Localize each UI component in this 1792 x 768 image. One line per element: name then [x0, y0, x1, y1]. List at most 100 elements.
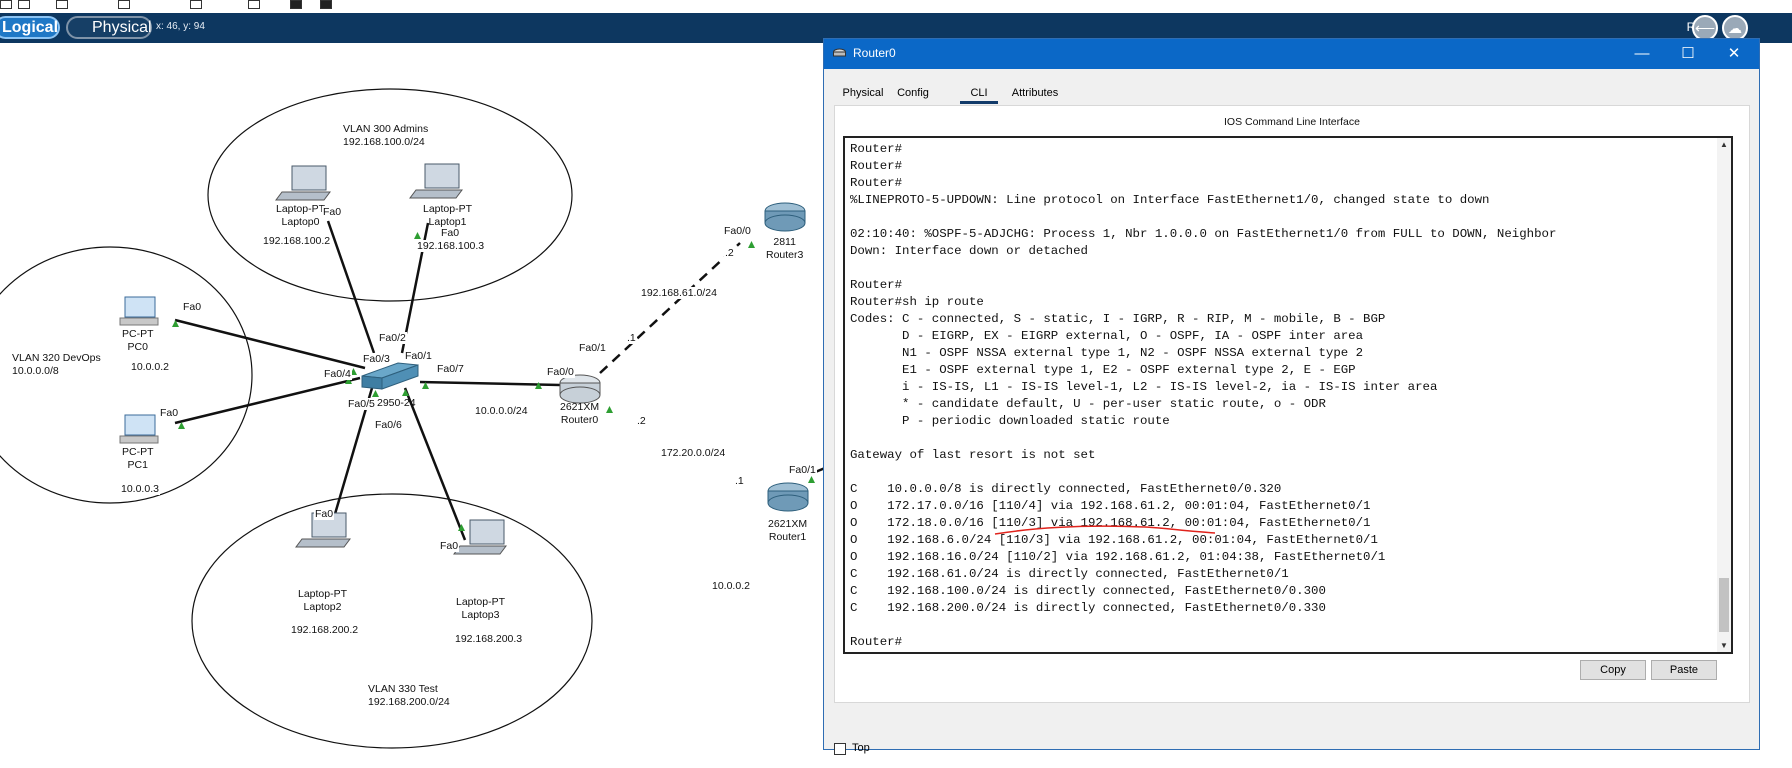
tab-attributes[interactable]: Attributes	[1001, 81, 1069, 105]
switch-port-fa0-3: Fa0/3	[362, 353, 391, 365]
terminal-line: C 192.168.200.0/24 is directly connected…	[850, 601, 1326, 615]
pc1-icon	[119, 414, 159, 444]
terminal-line: 02:10:40: %OSPF-5-ADJCHG: Process 1, Nbr…	[850, 227, 1557, 241]
router0-icon	[559, 374, 601, 404]
router-icon	[833, 48, 846, 57]
scroll-down-icon[interactable]: ▼	[1719, 641, 1729, 650]
terminal-line: i - IS-IS, L1 - IS-IS level-1, L2 - IS-I…	[850, 380, 1438, 394]
router1-label: 2621XM Router1	[768, 518, 808, 543]
terminal-line: D - EIGRP, EX - EIGRP external, O - OSPF…	[850, 329, 1364, 343]
terminal-output: Router# Router# Router# %LINEPROTO-5-UPDOWN…	[850, 141, 1556, 651]
close-button[interactable]: ✕	[1711, 39, 1757, 69]
pc0-label: PC-PT PC0	[122, 328, 154, 353]
terminal-line: E1 - OSPF external type 1, E2 - OSPF ext…	[850, 363, 1356, 377]
minimize-button[interactable]: —	[1619, 39, 1665, 69]
router0-port-fa0-1: Fa0/1	[578, 342, 607, 354]
select-icon[interactable]	[0, 0, 12, 9]
terminal-line: N1 - OSPF NSSA external type 1, N2 - OSP…	[850, 346, 1364, 360]
laptop0-ip: 192.168.100.2	[262, 235, 332, 247]
switch-icon	[361, 362, 419, 390]
switch-port-fa0-7: Fa0/7	[436, 363, 465, 375]
pc1-ip: 10.0.0.3	[120, 483, 160, 495]
switch-port-fa0-6: Fa0/6	[374, 419, 403, 431]
cli-panel: IOS Command Line Interface Router# Router…	[834, 105, 1750, 703]
terminal-line: Router#	[850, 635, 903, 649]
terminal-line: * - candidate default, U - per-user stat…	[850, 397, 1326, 411]
draw-icon[interactable]	[248, 0, 260, 9]
switch-port-fa0-1: Fa0/1	[404, 350, 433, 362]
add-complex-pdu-icon[interactable]	[320, 0, 332, 9]
scroll-up-icon[interactable]: ▲	[1719, 140, 1729, 149]
router3-label: 2811 Router3	[766, 236, 804, 261]
logical-tab-button[interactable]: Logical	[0, 16, 60, 39]
terminal-line: O 172.17.0.0/16 [110/4] via 192.168.61.2…	[850, 499, 1371, 513]
pc0-port: Fa0	[182, 301, 203, 313]
laptop0-icon	[275, 165, 331, 201]
link-pc0	[174, 318, 366, 370]
copy-button[interactable]: Copy	[1580, 660, 1646, 680]
terminal-line: C 192.168.61.0/24 is directly connected,…	[850, 567, 1289, 581]
terminal-line: O 192.168.6.0/24 [110/3] via 192.168.61.…	[850, 533, 1378, 547]
host-octet-label: .1	[626, 332, 637, 344]
active-tab-indicator	[960, 101, 998, 104]
pc0-icon	[119, 296, 159, 326]
top-checkbox[interactable]	[834, 743, 846, 755]
add-simple-pdu-icon[interactable]	[290, 0, 302, 9]
laptop2-label: Laptop-PT Laptop2	[298, 588, 348, 613]
host-octet-label: .1	[734, 475, 745, 487]
maximize-button[interactable]: ☐	[1665, 39, 1711, 69]
laptop0-label: Laptop-PT Laptop0	[276, 203, 326, 228]
logical-label: Logical	[2, 18, 59, 36]
terminal-line: %LINEPROTO-5-UPDOWN: Line protocol on In…	[850, 193, 1490, 207]
laptop1-label: Laptop-PT Laptop1	[423, 203, 473, 228]
tab-physical[interactable]: Physical	[838, 81, 888, 105]
terminal-line: Router#	[850, 176, 903, 190]
link-label-10-0-0-2: 10.0.0.2	[711, 580, 751, 592]
terminal-line: Gateway of last resort is not set	[850, 448, 1096, 462]
switch-port-fa0-5: Fa0/5	[347, 398, 376, 410]
link-label-10-0-0-0: 10.0.0.0/24	[474, 405, 529, 417]
laptop2-ip: 192.168.200.2	[290, 624, 360, 636]
terminal-line: C 10.0.0.0/8 is directly connected, Fast…	[850, 482, 1282, 496]
resize-icon[interactable]	[190, 0, 202, 9]
terminal-line: Router#	[850, 278, 903, 292]
router0-window: Router0 — ☐ ✕ Physical Config CLI Attrib…	[823, 38, 1760, 755]
terminal-scrollbar[interactable]: ▲ ▼	[1717, 138, 1731, 652]
paste-button[interactable]: Paste	[1651, 660, 1717, 680]
router0-port-fa0-0: Fa0/0	[546, 366, 575, 378]
link-label-192-168-61-0: 192.168.61.0/24	[640, 287, 718, 299]
terminal-line: O 192.168.16.0/24 [110/2] via 192.168.61…	[850, 550, 1386, 564]
terminal-line: O 172.18.0.0/16 [110/3] via 192.168.61.2…	[850, 516, 1371, 530]
host-octet-label: .2	[724, 247, 735, 259]
topology-canvas[interactable]: VLAN 300 Admins 192.168.100.0/24 VLAN 320…	[0, 43, 825, 768]
top-toolbar	[0, 0, 1792, 12]
switch-port-fa0-2: Fa0/2	[378, 332, 407, 344]
laptop1-icon	[409, 163, 463, 199]
link-status-indicators	[172, 232, 815, 531]
terminal-line: C 192.168.100.0/24 is directly connected…	[850, 584, 1326, 598]
physical-tab-button[interactable]: Physical	[66, 16, 152, 39]
laptop1-port: Fa0	[440, 227, 461, 239]
panel-title: IOS Command Line Interface	[1224, 116, 1360, 128]
pc0-ip: 10.0.0.2	[130, 361, 170, 373]
delete-icon[interactable]	[118, 0, 130, 9]
scroll-thumb[interactable]	[1719, 578, 1729, 632]
router1-icon	[767, 482, 809, 512]
tab-config[interactable]: Config	[891, 81, 935, 105]
cli-terminal[interactable]: Router# Router# Router# %LINEPROTO-5-UPDOWN…	[843, 136, 1733, 654]
switch-model: 2950-24	[377, 397, 416, 409]
vlan-300-area	[207, 88, 573, 302]
terminal-line: Router#	[850, 159, 903, 173]
zoom-icon[interactable]	[18, 0, 30, 9]
window-title-bar[interactable]: Router0 — ☐ ✕	[824, 39, 1759, 69]
window-title: Router0	[853, 46, 896, 60]
router3-icon	[764, 202, 806, 232]
router3-port-fa0-0: Fa0/0	[723, 225, 752, 237]
laptop0-port: Fa0	[322, 206, 343, 218]
note-icon[interactable]	[56, 0, 68, 9]
terminal-line: Codes: C - connected, S - static, I - IG…	[850, 312, 1386, 326]
vlan-320-label: VLAN 320 DevOps 10.0.0.0/8	[12, 352, 101, 377]
link-pc1	[174, 376, 361, 425]
